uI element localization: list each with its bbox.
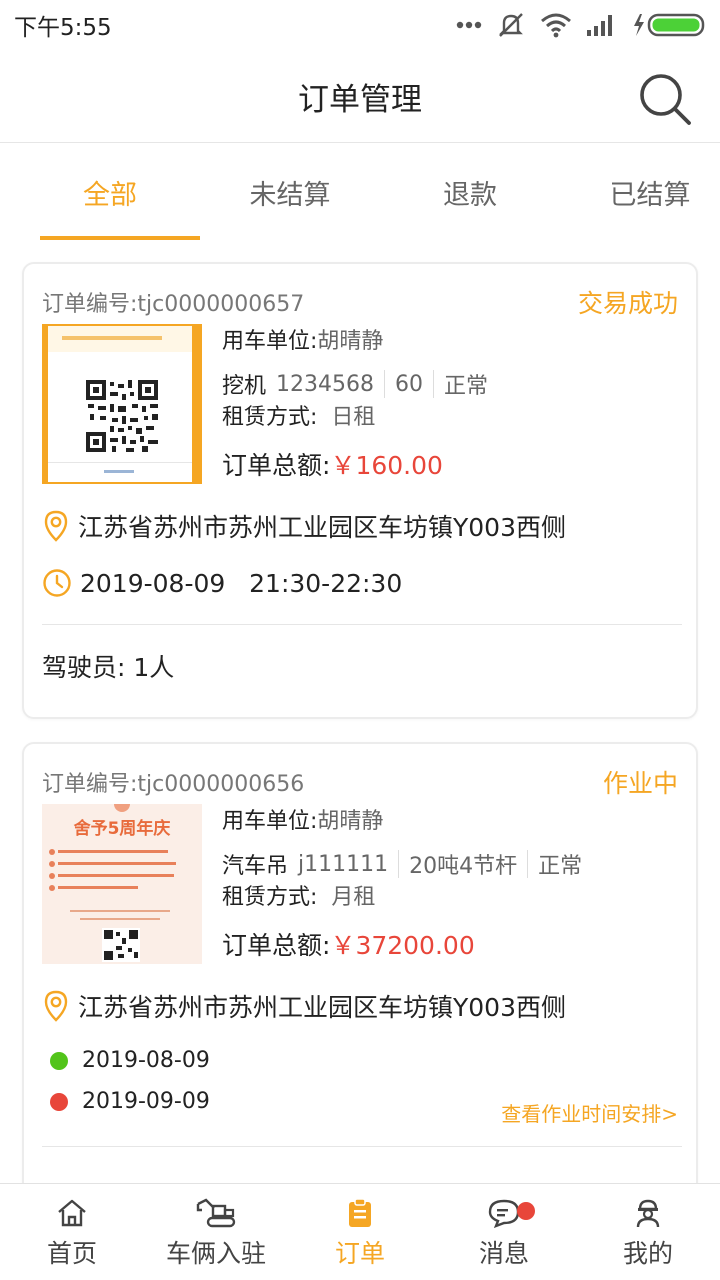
tab-all[interactable]: 全部 bbox=[40, 144, 200, 240]
start-date-row: 2019-08-09 bbox=[50, 1048, 210, 1073]
order-status: 作业中 bbox=[602, 769, 678, 798]
order-info: 用车单位:胡晴静 挖机 1234568 60 正常 租赁方式: 日租 订单总额:… bbox=[222, 326, 682, 482]
excavator-icon bbox=[196, 1198, 236, 1228]
vehicle-spec: 20吨4节杆 bbox=[409, 854, 518, 879]
status-icons bbox=[456, 11, 706, 39]
header-bar: 订单管理 bbox=[0, 50, 720, 143]
vehicle-plate: j111111 bbox=[298, 851, 389, 877]
vehicle-spec-row: 汽车吊 j111111 20吨4节杆 正常 bbox=[222, 848, 682, 880]
rent-row: 租赁方式: 月租 bbox=[222, 882, 682, 914]
company-label: 用车单位: bbox=[222, 809, 318, 834]
total-row: 订单总额:￥160.00 bbox=[222, 446, 682, 482]
nav-vehicle-register-label: 车俩入驻 bbox=[165, 1239, 266, 1268]
qr-poster-image bbox=[42, 324, 202, 484]
spec-divider bbox=[384, 370, 385, 398]
promo-poster-image: 舍予5周年庆 bbox=[42, 804, 202, 964]
end-date: 2019-09-09 bbox=[82, 1089, 210, 1114]
vehicle-condition: 正常 bbox=[444, 374, 489, 399]
company-row: 用车单位:胡晴静 bbox=[222, 806, 682, 838]
tab-unsettled[interactable]: 未结算 bbox=[220, 144, 360, 240]
chat-icon bbox=[488, 1199, 520, 1228]
order-card[interactable]: 订单编号:tjc0000000657 交易成功 用车单位:胡晴静 挖机 1234… bbox=[22, 262, 698, 719]
status-time: 下午5:55 bbox=[14, 15, 112, 41]
order-status: 交易成功 bbox=[577, 289, 678, 318]
order-tabs: 全部 未结算 退款 已结算 bbox=[0, 144, 720, 240]
card-divider bbox=[42, 624, 682, 625]
start-date-dot bbox=[50, 1051, 68, 1070]
view-schedule-link[interactable]: 查看作业时间安排> bbox=[501, 1098, 678, 1127]
order-number: 订单编号:tjc0000000656 bbox=[42, 772, 305, 797]
rent-mode: 日租 bbox=[331, 405, 376, 430]
vehicle-thumbnail: 舍予5周年庆 bbox=[42, 804, 202, 964]
rent-label: 租赁方式: bbox=[222, 885, 318, 910]
tab-refund[interactable]: 退款 bbox=[400, 144, 540, 240]
address-row: 江苏省苏州市苏州工业园区车坊镇Y003西侧 bbox=[42, 988, 566, 1024]
rent-mode: 月租 bbox=[331, 885, 376, 910]
clipboard-icon bbox=[349, 1198, 371, 1227]
end-date-row: 2019-09-09 bbox=[50, 1089, 210, 1114]
nav-profile[interactable]: 我的 bbox=[576, 1184, 720, 1280]
total-price: ￥37200.00 bbox=[330, 931, 475, 960]
battery-icon bbox=[634, 13, 705, 37]
nav-home[interactable]: 首页 bbox=[0, 1184, 144, 1280]
spec-divider bbox=[398, 850, 400, 878]
company-name: 胡晴静 bbox=[317, 809, 384, 834]
nav-vehicle-register[interactable]: 车俩入驻 bbox=[144, 1184, 288, 1280]
page-title: 订单管理 bbox=[298, 81, 422, 118]
tab-settled[interactable]: 已结算 bbox=[580, 144, 720, 240]
clock-icon bbox=[43, 569, 71, 597]
poster-title: 舍予5周年庆 bbox=[74, 818, 171, 839]
home-icon bbox=[58, 1199, 86, 1227]
order-number: 订单编号:tjc0000000657 bbox=[42, 292, 305, 317]
total-label: 订单总额: bbox=[222, 451, 331, 480]
time-row: 2019-08-09 21:30-22:30 bbox=[42, 568, 402, 598]
total-row: 订单总额:￥37200.00 bbox=[222, 926, 682, 962]
wifi-icon bbox=[541, 13, 571, 38]
status-bar: 下午5:55 bbox=[0, 0, 720, 50]
address-row: 江苏省苏州市苏州工业园区车坊镇Y003西侧 bbox=[42, 508, 566, 544]
worker-icon bbox=[636, 1199, 660, 1228]
search-button[interactable] bbox=[636, 70, 694, 128]
order-datetime: 2019-08-09 21:30-22:30 bbox=[80, 568, 403, 598]
vehicle-thumbnail bbox=[42, 324, 202, 484]
address-text: 江苏省苏州市苏州工业园区车坊镇Y003西侧 bbox=[78, 993, 566, 1022]
order-card[interactable]: 订单编号:tjc0000000656 作业中 舍予5周年庆 用车单位:胡晴静 汽… bbox=[22, 742, 698, 1212]
mute-icon bbox=[499, 13, 523, 37]
end-date-dot bbox=[50, 1092, 68, 1111]
nav-messages-label: 消息 bbox=[478, 1239, 529, 1268]
rent-row: 租赁方式: 日租 bbox=[222, 402, 682, 434]
location-pin-icon bbox=[44, 990, 68, 1022]
vehicle-condition: 正常 bbox=[538, 854, 583, 879]
nav-orders[interactable]: 订单 bbox=[288, 1184, 432, 1280]
signal-icon bbox=[587, 15, 612, 36]
order-info: 用车单位:胡晴静 汽车吊 j111111 20吨4节杆 正常 租赁方式: 月租 … bbox=[222, 806, 682, 962]
location-pin-icon bbox=[44, 510, 68, 542]
spec-divider bbox=[527, 850, 529, 878]
start-date: 2019-08-09 bbox=[82, 1048, 210, 1073]
search-icon bbox=[640, 74, 691, 125]
card-divider bbox=[42, 1146, 682, 1147]
vehicle-plate: 1234568 bbox=[276, 371, 374, 397]
more-dots-icon bbox=[456, 21, 482, 29]
rent-label: 租赁方式: bbox=[222, 405, 318, 430]
total-price: ￥160.00 bbox=[330, 451, 443, 480]
nav-messages[interactable]: 消息 bbox=[432, 1184, 576, 1280]
bottom-navigation: 首页 车俩入驻 订单 消息 我的 bbox=[0, 1183, 720, 1280]
drivers-count: 驾驶员: 1人 bbox=[42, 653, 175, 682]
nav-profile-label: 我的 bbox=[622, 1239, 673, 1268]
vehicle-type: 汽车吊 bbox=[222, 854, 289, 879]
company-row: 用车单位:胡晴静 bbox=[222, 326, 682, 358]
address-text: 江苏省苏州市苏州工业园区车坊镇Y003西侧 bbox=[78, 513, 566, 542]
company-name: 胡晴静 bbox=[317, 329, 384, 354]
spec-divider bbox=[433, 370, 434, 398]
vehicle-spec: 60 bbox=[395, 371, 423, 397]
unread-badge bbox=[517, 1202, 535, 1220]
total-label: 订单总额: bbox=[222, 931, 331, 960]
nav-orders-label: 订单 bbox=[334, 1239, 385, 1268]
vehicle-spec-row: 挖机 1234568 60 正常 bbox=[222, 368, 682, 400]
company-label: 用车单位: bbox=[222, 329, 318, 354]
nav-home-label: 首页 bbox=[46, 1239, 97, 1268]
vehicle-type: 挖机 bbox=[222, 374, 267, 399]
